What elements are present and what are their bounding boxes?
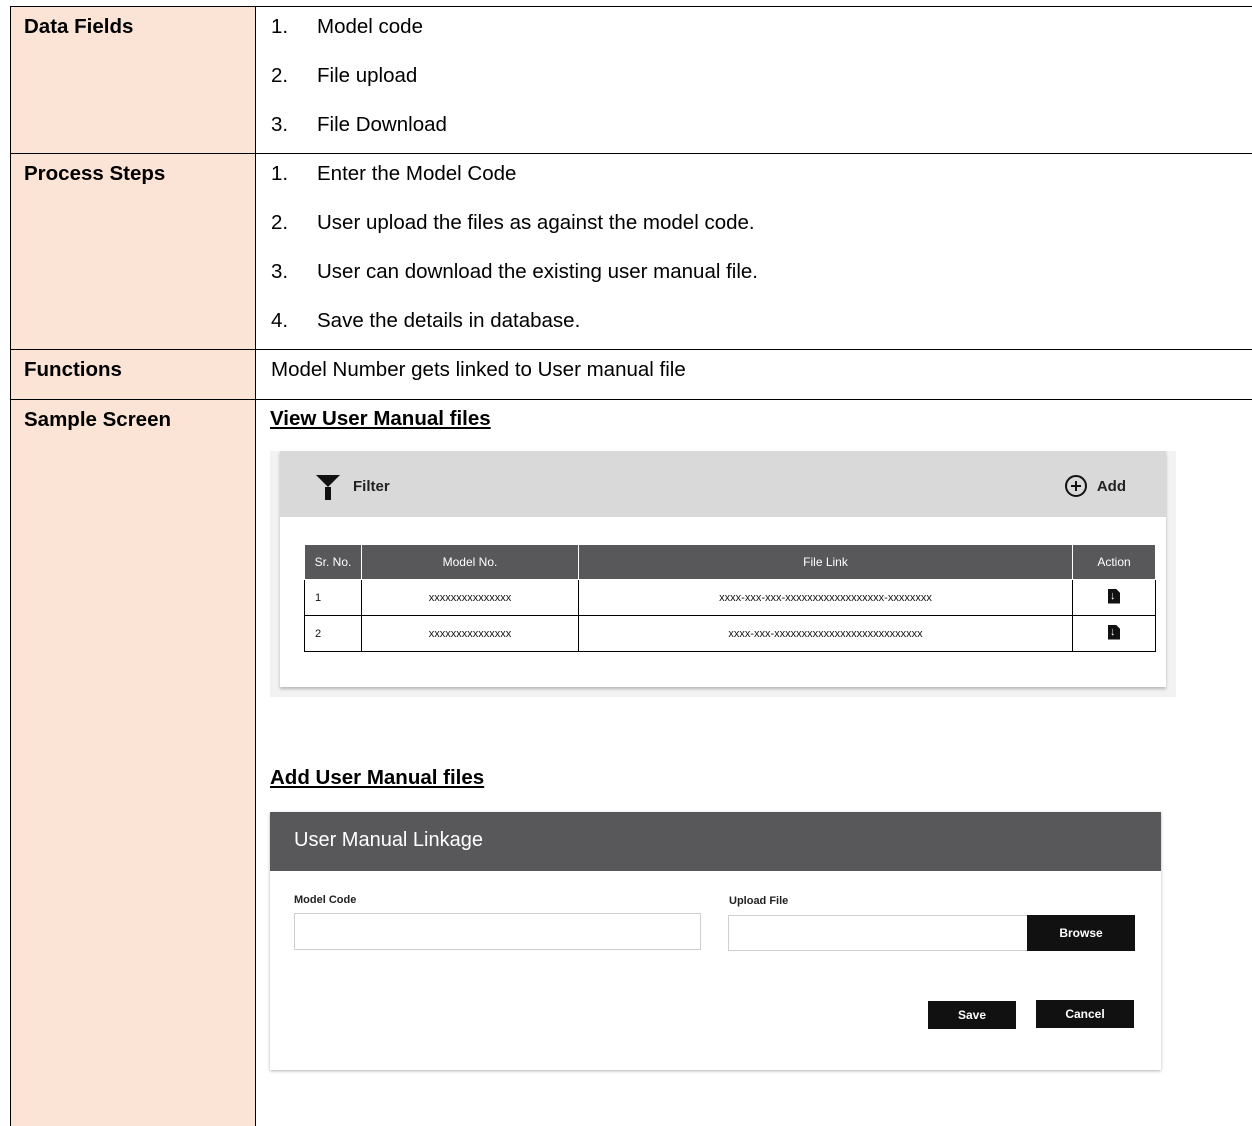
column-header: Model No. [361, 544, 579, 580]
file-download-icon[interactable] [1108, 624, 1120, 640]
form-title: User Manual Linkage [294, 829, 483, 851]
file-link-cell[interactable]: xxxx-xxx-xxx-xxxxxxxxxxxxxxxxxx-xxxxxxxx [578, 579, 1073, 616]
table-row: 2 xxxxxxxxxxxxxxx xxxx-xxx-xxxxxxxxxxxxx… [304, 615, 1156, 652]
list-item: 3. User can download the existing user ma… [271, 260, 758, 283]
upload-file-input[interactable] [728, 915, 1028, 951]
list-item: 2. User upload the files as against the m… [271, 211, 755, 234]
data-fields-list: 1. Model code 2. File upload 3. File Downlo… [256, 7, 1252, 154]
column-header: Sr. No. [304, 544, 362, 580]
list-item: 1. Model code [271, 15, 423, 38]
table-row: 1 xxxxxxxxxxxxxxx xxxx-xxx-xxx-xxxxxxxxx… [304, 579, 1156, 616]
view-heading: View User Manual files [270, 407, 491, 430]
process-steps-label: Process Steps [24, 162, 166, 185]
model-cell: xxxxxxxxxxxxxxx [361, 615, 579, 652]
data-fields-label: Data Fields [24, 15, 134, 38]
upload-file-label: Upload File [729, 895, 789, 907]
action-cell [1072, 615, 1156, 652]
filter-icon[interactable] [316, 475, 340, 500]
form-header: User Manual Linkage [270, 812, 1161, 871]
functions-value: Model Number gets linked to User manual … [256, 350, 1252, 400]
save-button[interactable]: Save [928, 1001, 1016, 1029]
model-code-input[interactable] [294, 913, 701, 950]
functions-label: Functions [24, 358, 122, 381]
filter-bar: Filter Add [280, 451, 1166, 517]
process-steps-list: 1. Enter the Model Code 2. User upload the… [256, 154, 1252, 350]
files-table: Sr. No. Model No. File Link Action 1 xxx… [304, 544, 1156, 652]
label-cell: Data Fields [10, 7, 256, 154]
row-functions: Functions Model Number gets linked to Us… [10, 349, 1252, 400]
view-screen-card: Filter Add Sr. No. Model No. File Link A… [280, 451, 1166, 687]
list-item: 2. File upload [271, 64, 418, 87]
sample-screen-label: Sample Screen [24, 408, 171, 431]
label-cell: Sample Screen [10, 400, 256, 1126]
view-screen: Filter Add Sr. No. Model No. File Link A… [270, 451, 1176, 697]
file-link-cell[interactable]: xxxx-xxx-xxxxxxxxxxxxxxxxxxxxxxxxxxx [578, 615, 1073, 652]
list-item: 4. Save the details in database. [271, 309, 581, 332]
add-screen: User Manual Linkage Model Code Upload Fi… [270, 812, 1161, 1070]
column-header: File Link [578, 544, 1073, 580]
filter-label[interactable]: Filter [353, 478, 390, 495]
label-cell: Process Steps [10, 154, 256, 350]
list-item: 1. Enter the Model Code [271, 162, 517, 185]
add-label: Add [1096, 477, 1126, 495]
cancel-button[interactable]: Cancel [1036, 1000, 1134, 1028]
add-heading: Add User Manual files [270, 766, 485, 789]
add-button[interactable]: Add [1064, 475, 1126, 497]
functions-text: Model Number gets linked to User manual … [271, 358, 686, 381]
model-cell: xxxxxxxxxxxxxxx [361, 579, 579, 616]
model-code-label: Model Code [294, 894, 357, 906]
row-process-steps: Process Steps 1. Enter the Model Code 2. U… [10, 153, 1252, 350]
list-item: 3. File Download [271, 113, 447, 136]
sr-cell: 1 [304, 579, 362, 616]
browse-button[interactable]: Browse [1027, 915, 1135, 951]
action-cell [1072, 579, 1156, 616]
row-data-fields: Data Fields 1. Model code 2. File upload 3… [10, 6, 1252, 154]
column-header: Action [1072, 544, 1156, 580]
file-download-icon[interactable] [1108, 588, 1120, 604]
sr-cell: 2 [304, 615, 362, 652]
add-circle-icon [1064, 475, 1087, 497]
label-cell: Functions [10, 350, 256, 400]
